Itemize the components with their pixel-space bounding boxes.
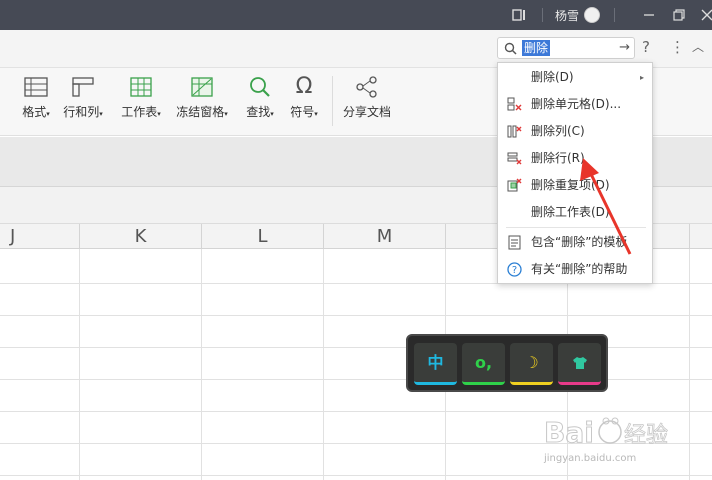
grid-line <box>79 249 80 480</box>
dropdown-caret-icon: ▾ <box>224 110 228 118</box>
title-bar: 杨雪 <box>0 0 712 30</box>
format-icon <box>24 77 48 97</box>
svg-text:经验: 经验 <box>624 423 668 448</box>
grid-line <box>201 249 202 480</box>
freeze-panes-icon <box>191 77 213 97</box>
symbol-button[interactable]: Ω 符号▾ <box>284 76 324 120</box>
share-doc-label: 分享文档 <box>342 105 391 119</box>
rows-columns-button[interactable]: 行和列▾ <box>60 76 106 120</box>
dropdown-caret-icon: ▾ <box>46 110 50 118</box>
delete-cell-icon <box>507 97 522 111</box>
dropdown-caret-icon: ▾ <box>157 110 161 118</box>
menu-item-delete-duplicates[interactable]: 删除重复项(D) <box>498 172 652 199</box>
column-header-j[interactable]: J <box>0 224 80 250</box>
arrow-right-icon[interactable]: → <box>619 40 630 55</box>
magnifier-icon <box>250 77 270 97</box>
freeze-panes-label: 冻结窗格 <box>176 105 225 119</box>
format-label: 格式 <box>22 105 47 119</box>
column-header-l[interactable]: L <box>202 224 324 250</box>
template-icon <box>508 235 521 250</box>
search-results-menu: 删除(D) ▸ 删除单元格(D)... 删除列(C) 删除行(R) 删除重复项(… <box>497 62 653 284</box>
symbol-label: 符号 <box>290 105 315 119</box>
restore-icon[interactable] <box>672 8 686 22</box>
minimize-icon[interactable] <box>642 8 656 22</box>
more-icon[interactable]: ⋮ <box>670 38 685 56</box>
ribbon-divider <box>332 76 333 126</box>
menu-item-delete-row[interactable]: 删除行(R) <box>498 145 652 172</box>
share-icon <box>356 76 377 98</box>
menu-item-help[interactable]: ? 有关“删除”的帮助 <box>498 256 652 283</box>
rows-columns-icon <box>72 77 94 97</box>
user-name[interactable]: 杨雪 <box>555 7 579 24</box>
menu-item-delete[interactable]: 删除(D) ▸ <box>498 64 652 91</box>
shirt-icon <box>572 357 587 369</box>
ime-chinese-mode-button[interactable]: 中 <box>414 343 457 385</box>
menu-item-templates[interactable]: 包含“删除”的模板 <box>498 229 652 256</box>
menu-item-label: 删除(D) <box>531 70 574 84</box>
avatar[interactable] <box>584 7 600 23</box>
menu-item-label: 删除列(C) <box>531 124 585 138</box>
help-circle-icon: ? <box>507 262 522 277</box>
menu-item-delete-column[interactable]: 删除列(C) <box>498 118 652 145</box>
ime-skin-shirt-button[interactable] <box>558 343 601 385</box>
omega-icon: Ω <box>295 74 313 99</box>
worksheet-label: 工作表 <box>121 105 158 119</box>
grid-line <box>323 249 324 480</box>
format-button[interactable]: 格式▾ <box>16 76 56 120</box>
menu-item-delete-worksheet[interactable]: 删除工作表(D) <box>498 199 652 226</box>
search-input[interactable]: 删除 → <box>497 37 635 59</box>
rows-columns-label: 行和列 <box>63 105 100 119</box>
dropdown-caret-icon: ▾ <box>270 110 274 118</box>
menu-divider <box>506 227 646 228</box>
screen-share-icon[interactable] <box>512 8 526 22</box>
grid-line <box>0 475 712 476</box>
delete-column-icon <box>507 125 522 138</box>
menu-item-delete-cells[interactable]: 删除单元格(D)... <box>498 91 652 118</box>
menu-item-label: 有关“删除”的帮助 <box>531 262 628 276</box>
search-query[interactable]: 删除 <box>522 40 551 56</box>
ime-toolbar: 中 o, ☽ <box>406 334 608 392</box>
watermark-url: jingyan.baidu.com <box>544 453 637 464</box>
column-header-k[interactable]: K <box>80 224 202 250</box>
delete-duplicates-icon <box>507 178 522 192</box>
menu-item-label: 删除行(R) <box>531 151 585 165</box>
help-icon[interactable]: ? <box>642 38 650 56</box>
share-doc-button[interactable]: 分享文档 <box>340 76 394 120</box>
column-header-m[interactable]: M <box>324 224 446 250</box>
collapse-ribbon-icon[interactable]: ︿ <box>692 38 704 55</box>
search-icon <box>504 42 517 55</box>
titlebar-divider <box>542 8 543 22</box>
close-icon[interactable] <box>700 8 712 22</box>
baidu-watermark-logo: Bai 经验 <box>544 416 669 450</box>
menu-item-label: 删除单元格(D)... <box>531 97 622 111</box>
menu-item-label: 删除工作表(D) <box>531 205 610 219</box>
freeze-panes-button[interactable]: 冻结窗格▾ <box>172 76 232 120</box>
ime-halfwidth-moon-button[interactable]: ☽ <box>510 343 553 385</box>
ime-punctuation-button[interactable]: o, <box>462 343 505 385</box>
submenu-arrow-icon: ▸ <box>639 73 644 82</box>
grid-line <box>0 315 712 316</box>
dropdown-caret-icon: ▾ <box>314 110 318 118</box>
svg-text:?: ? <box>512 265 517 276</box>
titlebar-divider <box>614 8 615 22</box>
svg-text:Bai: Bai <box>544 416 594 449</box>
delete-row-icon <box>507 152 522 165</box>
worksheet-button[interactable]: 工作表▾ <box>116 76 166 120</box>
dropdown-caret-icon: ▾ <box>99 110 103 118</box>
menu-item-label: 删除重复项(D) <box>531 178 610 192</box>
worksheet-icon <box>130 77 152 97</box>
find-label: 查找 <box>246 105 271 119</box>
find-button[interactable]: 查找▾ <box>240 76 280 120</box>
menu-item-label: 包含“删除”的模板 <box>531 235 628 249</box>
